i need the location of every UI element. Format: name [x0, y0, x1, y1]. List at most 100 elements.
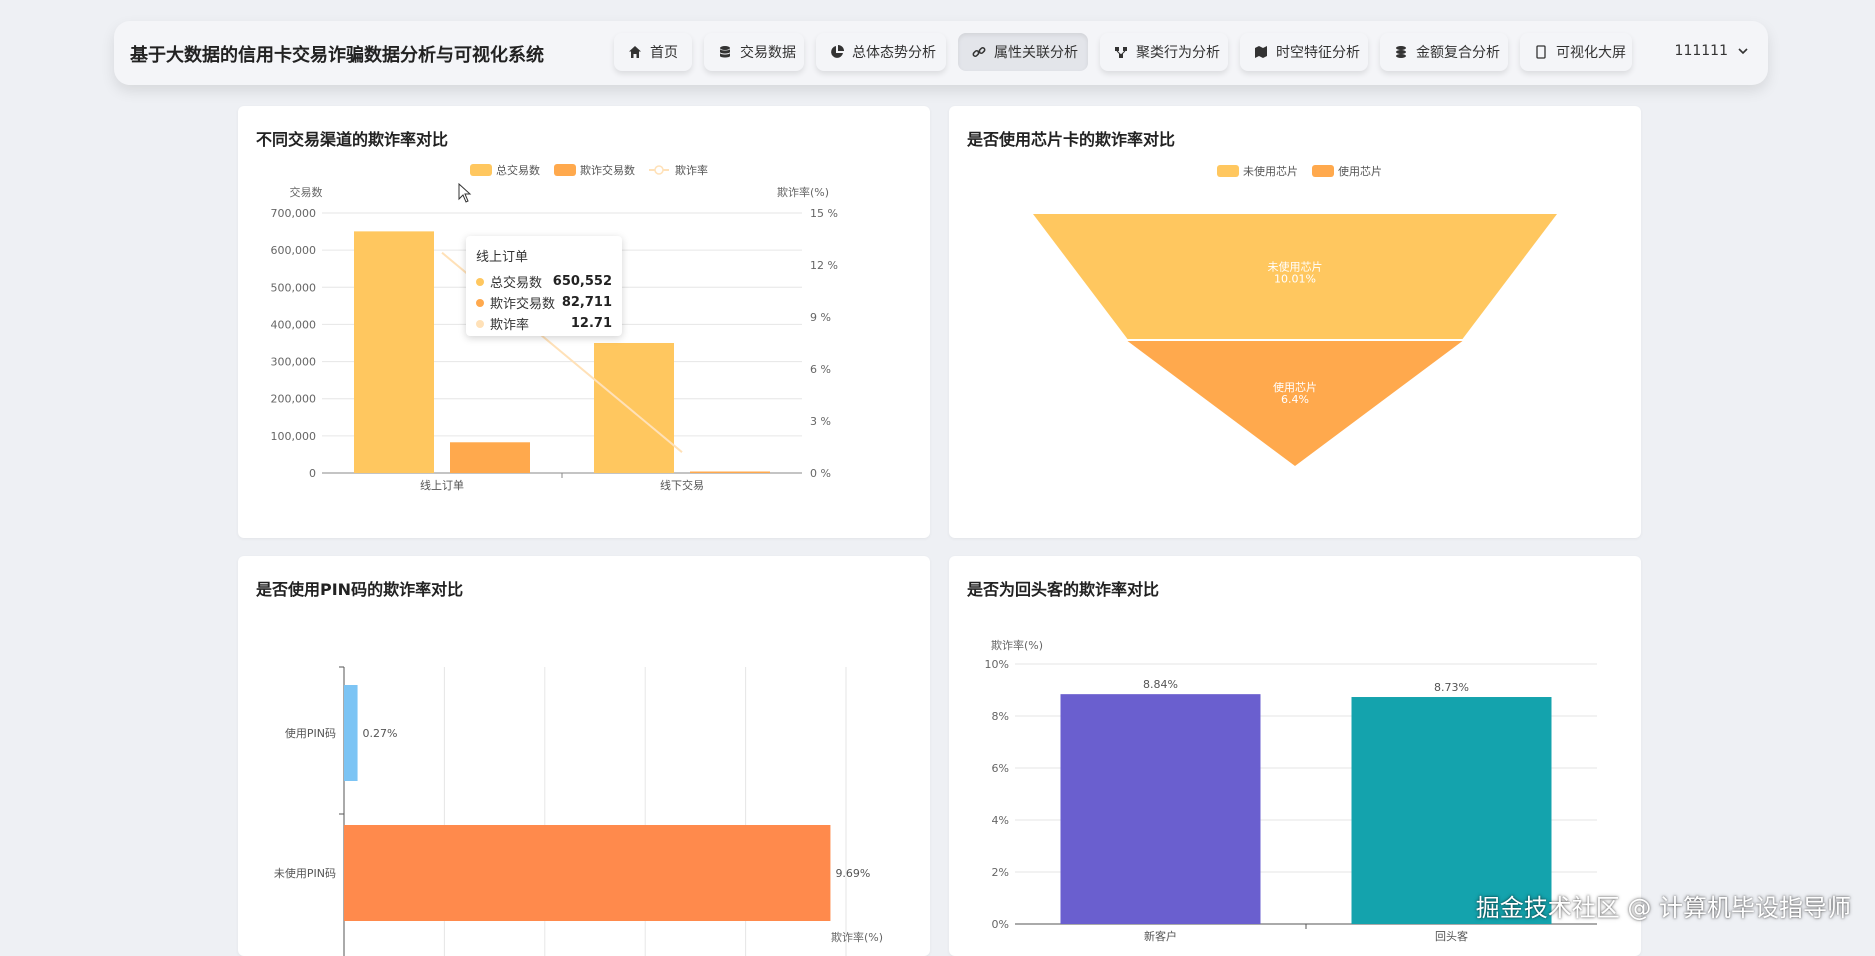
y-tick-label: 500,000 [271, 281, 317, 294]
legend-swatch [1217, 165, 1239, 177]
series-dot [476, 298, 484, 307]
y-tick-label: 未使用PIN码 [274, 867, 336, 880]
y2-tick-label: 0 % [810, 467, 831, 480]
y2-tick-label: 9 % [810, 311, 831, 324]
pin-chart: 使用PIN码 0.27% 未使用PIN码 9.69% 欺诈率(%) [274, 666, 883, 956]
cluster-icon [1114, 45, 1128, 59]
y-tick-label: 8% [992, 710, 1009, 723]
legend-swatch [1312, 165, 1334, 177]
coins-icon [1394, 45, 1408, 59]
legend-label: 未使用芯片 [1243, 164, 1298, 178]
legend-swatch [554, 164, 576, 176]
tooltip-row-value: 82,711 [561, 295, 612, 310]
y-tick-label: 200,000 [271, 393, 317, 406]
legend-label: 欺诈率 [675, 163, 708, 177]
top-nav-bar: 基于大数据的信用卡交易诈骗数据分析与可视化系统 首页 交易数据 总体态势分析 属… [114, 21, 1768, 85]
funnel-label: 6.4% [1281, 393, 1309, 406]
x-tick-label: 线上订单 [420, 478, 464, 492]
y-tick-label: 600,000 [271, 244, 317, 257]
nav-label: 可视化大屏 [1556, 45, 1626, 61]
nav-item-amount-composite[interactable]: 金额复合分析 [1380, 33, 1508, 71]
bar-total [594, 343, 674, 473]
card-chip-fraud: 是否使用芯片卡的欺诈率对比 未使用芯片 使用芯片 未使用芯片 10.01% 使用芯片 6.… [949, 106, 1641, 538]
series-dot [476, 277, 484, 286]
tooltip-row: 欺诈交易数 82,711 [476, 292, 612, 313]
legend-swatch [470, 164, 492, 176]
tooltip-row-name: 欺诈交易数 [490, 297, 556, 312]
x-tick-label: 线下交易 [660, 478, 704, 492]
cursor-icon [458, 183, 472, 203]
username: 111111 [1674, 43, 1728, 59]
pie-chart-icon [830, 45, 844, 59]
home-icon [628, 45, 642, 59]
user-menu[interactable]: 111111 [1675, 43, 1748, 59]
y-tick-label: 2% [992, 866, 1009, 879]
data-label: 0.27% [363, 727, 398, 740]
tooltip-row-value: 650,552 [552, 274, 612, 289]
y-tick-label: 0% [992, 918, 1009, 931]
chart-tooltip: 线上订单 总交易数 650,552 欺诈交易数 82,711 欺诈率 12.71 [466, 236, 622, 336]
y-tick-label: 300,000 [271, 356, 317, 369]
tooltip-row-name: 总交易数 [490, 276, 543, 291]
bar-without-pin [344, 825, 831, 921]
nav-label: 总体态势分析 [852, 45, 936, 61]
data-label: 9.69% [835, 867, 870, 880]
app-title: 基于大数据的信用卡交易诈骗数据分析与可视化系统 [130, 45, 544, 66]
card-pin-fraud: 是否使用PIN码的欺诈率对比 使用PIN码 0.27% 未使用PIN码 9.69% 欺诈… [238, 556, 930, 956]
map-icon [1254, 45, 1268, 59]
funnel-label: 10.01% [1274, 272, 1316, 285]
tooltip-title: 线上订单 [476, 250, 529, 265]
y-tick-label: 10% [985, 658, 1009, 671]
legend-label: 欺诈交易数 [580, 163, 635, 177]
y-tick-label: 6% [992, 762, 1009, 775]
nav-item-transaction-data[interactable]: 交易数据 [704, 33, 804, 71]
y-tick-label: 100,000 [271, 430, 317, 443]
data-label: 8.73% [1434, 681, 1469, 694]
nav-item-big-screen[interactable]: 可视化大屏 [1520, 33, 1632, 71]
tooltip-row-value: 12.71 [570, 316, 612, 331]
series-dot [476, 319, 484, 328]
nav-label: 时空特征分析 [1276, 45, 1360, 61]
y2-axis-title: 欺诈率(%) [777, 185, 829, 199]
nav-item-overall-trend[interactable]: 总体态势分析 [816, 33, 946, 71]
bar-fraud [690, 471, 770, 473]
y2-tick-label: 6 % [810, 363, 831, 376]
nav-label: 交易数据 [740, 45, 796, 61]
link-icon [972, 45, 986, 59]
nav-label: 聚类行为分析 [1136, 45, 1220, 61]
bar-with-pin [344, 685, 358, 781]
funnel-label: 未使用芯片 [1268, 259, 1323, 273]
screen-icon [1534, 45, 1548, 59]
legend-label: 使用芯片 [1338, 164, 1382, 178]
bar-fraud [450, 442, 530, 473]
y2-tick-label: 12 % [810, 259, 838, 272]
y-axis-title: 欺诈率(%) [991, 638, 1043, 652]
nav-item-cluster-behavior[interactable]: 聚类行为分析 [1100, 33, 1228, 71]
nav-item-home[interactable]: 首页 [614, 33, 692, 71]
x-tick-label: 新客户 [1144, 929, 1177, 943]
database-icon [718, 45, 732, 59]
y-tick-label: 700,000 [271, 207, 317, 220]
nav-item-attribute-correlation[interactable]: 属性关联分析 [958, 33, 1088, 71]
nav-label: 金额复合分析 [1416, 45, 1500, 61]
chip-funnel-chart: 未使用芯片 使用芯片未使用芯片10.01%使用芯片6.4% [1033, 164, 1557, 466]
y-tick-label: 0 [309, 467, 316, 480]
funnel-label: 使用芯片 [1273, 380, 1317, 394]
tooltip-row: 欺诈率 12.71 [476, 313, 612, 334]
y-tick-label: 4% [992, 814, 1009, 827]
x-tick-label: 回头客 [1435, 929, 1468, 943]
watermark: 掘金技术社区 @ 计算机毕设指导师 [1475, 894, 1851, 922]
y-tick-label: 400,000 [271, 318, 317, 331]
tooltip-row-name: 欺诈率 [490, 318, 530, 333]
y2-tick-label: 3 % [810, 415, 831, 428]
y-tick-label: 使用PIN码 [285, 727, 336, 740]
nav-item-spatiotemporal[interactable]: 时空特征分析 [1240, 33, 1368, 71]
legend-swatch [654, 165, 664, 175]
nav-label: 属性关联分析 [994, 45, 1078, 61]
x-axis-title: 欺诈率(%) [831, 930, 883, 944]
bar-new-customer [1060, 694, 1261, 924]
chevron-down-icon [1738, 43, 1748, 59]
legend-label: 总交易数 [496, 163, 540, 177]
y2-tick-label: 15 % [810, 207, 838, 220]
y-axis-title: 交易数 [290, 185, 323, 199]
